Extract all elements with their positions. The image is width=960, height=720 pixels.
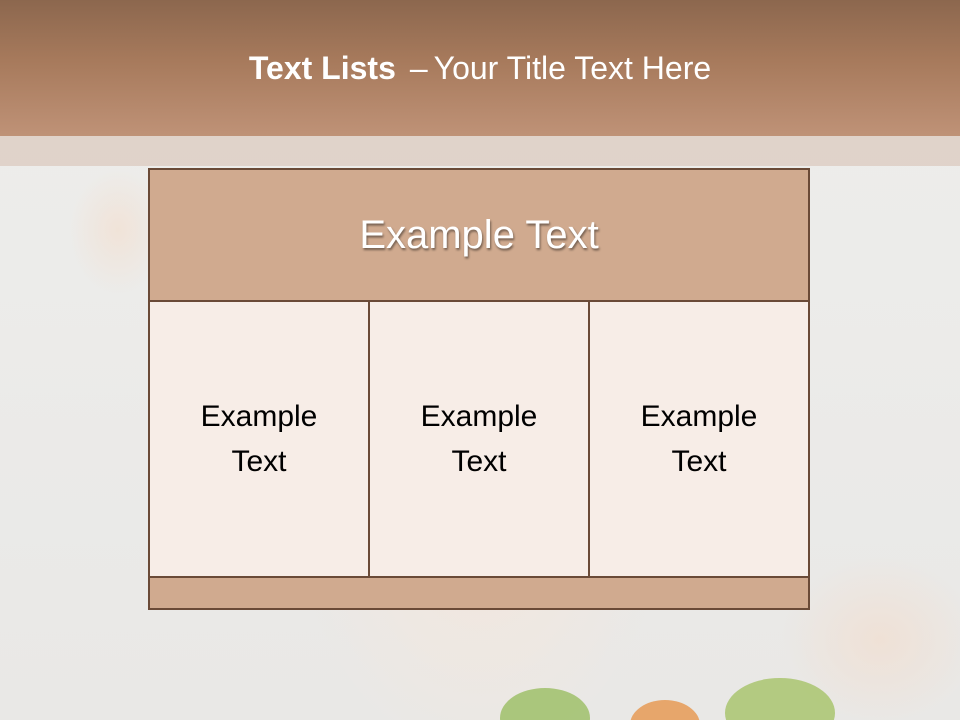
- title-separator: –: [409, 49, 428, 86]
- table-cell: Example Text: [150, 302, 370, 576]
- cell-text: Example Text: [420, 400, 538, 478]
- table-header-cell: Example Text: [150, 170, 808, 302]
- text-list-table: Example Text Example Text Example Text E…: [148, 168, 810, 610]
- cell-text: Example Text: [200, 400, 318, 478]
- table-heading: Example Text: [359, 212, 599, 257]
- slide: Text Lists – Your Title Text Here Example …: [0, 0, 960, 720]
- title-bar: Text Lists – Your Title Text Here: [0, 0, 960, 136]
- table-cell: Example Text: [370, 302, 590, 576]
- table-footer-strip: [150, 576, 808, 608]
- background-band: [0, 136, 960, 166]
- cell-text: Example Text: [640, 400, 758, 478]
- table-cell: Example Text: [590, 302, 808, 576]
- table-body-row: Example Text Example Text Example Text: [150, 302, 808, 576]
- title-subtext: Your Title Text Here: [433, 49, 712, 86]
- title-bold-text: Text Lists: [248, 49, 396, 86]
- slide-title: Text Lists – Your Title Text Here: [249, 50, 711, 87]
